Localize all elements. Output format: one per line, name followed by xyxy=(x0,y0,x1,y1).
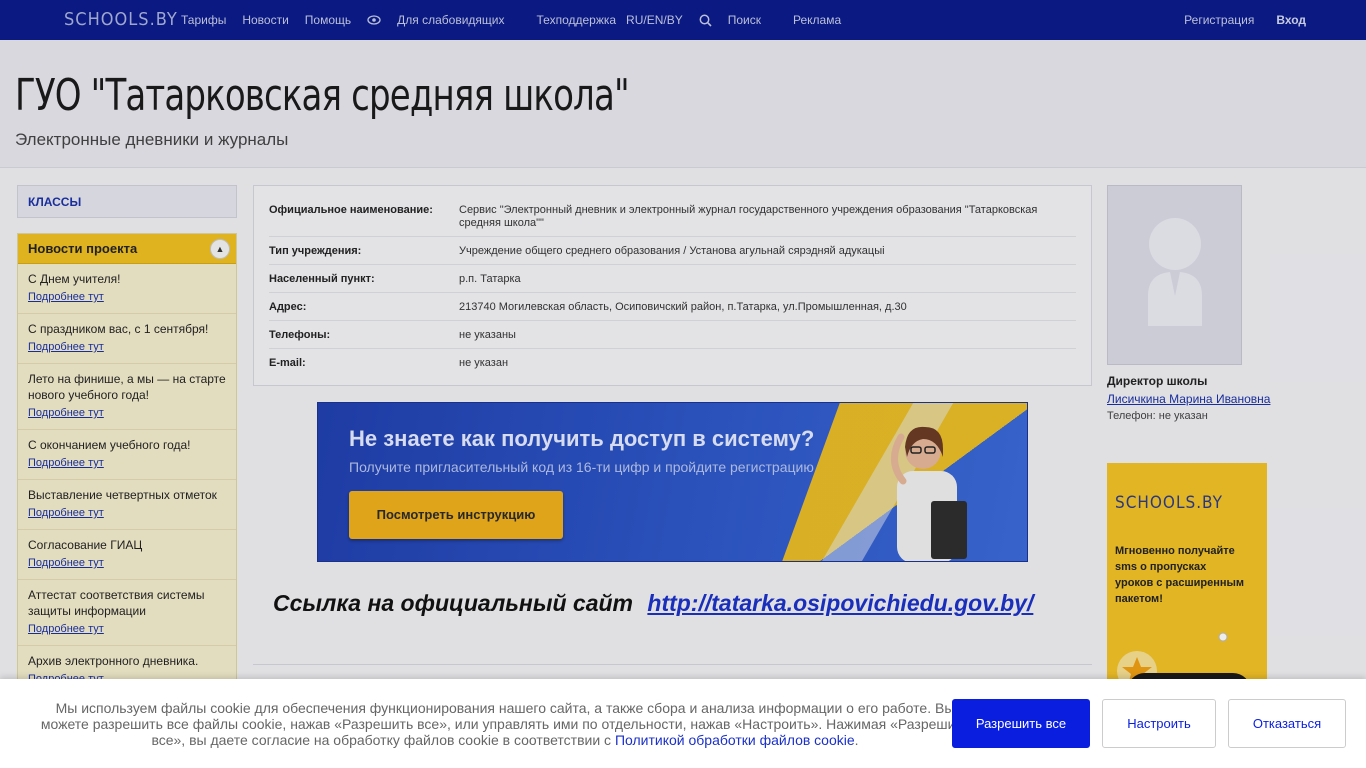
nav-ads[interactable]: Реклама xyxy=(793,13,841,27)
info-key: Тип учреждения: xyxy=(269,245,362,257)
project-news-panel: Новости проекта ▲ С Днем учителя! Подробн… xyxy=(17,233,237,693)
classes-link[interactable]: КЛАССЫ xyxy=(17,185,237,218)
info-key: Населенный пункт: xyxy=(269,273,375,285)
director-title: Директор школы xyxy=(1107,374,1208,388)
official-site-line: Ссылка на официальный сайт http://tatark… xyxy=(273,590,1033,617)
table-row: Официальное наименование: Сервис "Электро… xyxy=(269,196,1076,237)
nav-support[interactable]: Техподдержка xyxy=(537,13,617,27)
top-navbar: SCHOOLS.BY Тарифы Новости Помощь Для сла… xyxy=(0,0,1366,40)
ad-text: Мгновенно получайте sms о пропусках урок… xyxy=(1115,545,1245,605)
news-more-link[interactable]: Подробнее тут xyxy=(28,555,226,571)
official-site-link[interactable]: http://tatarka.osipovichiedu.gov.by/ xyxy=(647,590,1033,616)
info-value: Учреждение общего среднего образования /… xyxy=(459,245,885,257)
nav-news[interactable]: Новости xyxy=(242,13,288,27)
news-item-title: Согласование ГИАЦ xyxy=(28,538,143,552)
news-item: С Днем учителя! Подробнее тут xyxy=(18,264,236,314)
cookie-text-tail: . xyxy=(854,732,859,748)
table-row: Тип учреждения: Учреждение общего среднег… xyxy=(269,237,1076,265)
info-key: Адрес: xyxy=(269,301,307,313)
news-more-link[interactable]: Подробнее тут xyxy=(28,621,226,637)
nav-help[interactable]: Помощь xyxy=(305,13,351,27)
table-row: Телефоны: не указаны xyxy=(269,321,1076,349)
table-row: E-mail: не указан xyxy=(269,349,1076,376)
collapse-toggle-icon[interactable]: ▲ xyxy=(210,239,230,259)
news-item: Выставление четвертных отметок Подробнее … xyxy=(18,480,236,530)
login-link[interactable]: Вход xyxy=(1276,13,1306,27)
info-value: Сервис "Электронный дневник и электронны… xyxy=(459,204,1038,229)
view-instructions-button[interactable]: Посмотреть инструкцию xyxy=(349,491,563,539)
news-panel-header: Новости проекта ▲ xyxy=(18,234,236,264)
ad-dot-icon xyxy=(1218,632,1228,642)
info-value: не указан xyxy=(459,357,509,369)
table-row: Населенный пункт: р.п. Татарка xyxy=(269,265,1076,293)
info-key: E-mail: xyxy=(269,357,306,369)
nav-tariffs[interactable]: Тарифы xyxy=(181,13,226,27)
search-icon xyxy=(699,14,712,27)
sms-ad-banner[interactable]: SCHOOLS.BY Мгновенно получайте sms о про… xyxy=(1107,463,1267,703)
info-value: р.п. Татарка xyxy=(459,273,521,285)
nav-accessibility[interactable]: Для слабовидящих xyxy=(367,13,520,27)
decline-button[interactable]: Отказаться xyxy=(1228,699,1346,748)
news-item-title: С праздником вас, с 1 сентября! xyxy=(28,322,209,336)
allow-all-button[interactable]: Разрешить все xyxy=(952,699,1090,748)
school-info-table: Официальное наименование: Сервис "Электро… xyxy=(253,185,1092,386)
info-value: не указаны xyxy=(459,329,516,341)
news-item: С окончанием учебного года! Подробнее тут xyxy=(18,430,236,480)
cookie-consent-bar: Мы используем файлы cookie для обеспечен… xyxy=(0,679,1366,768)
nav-accessibility-label: Для слабовидящих xyxy=(397,13,505,27)
top-nav: Тарифы Новости Помощь Для слабовидящих Т… xyxy=(181,13,857,27)
news-item: С праздником вас, с 1 сентября! Подробнее… xyxy=(18,314,236,364)
news-more-link[interactable]: Подробнее тут xyxy=(28,505,226,521)
news-item: Лето на финише, а мы — на старте нового … xyxy=(18,364,236,430)
news-more-link[interactable]: Подробнее тут xyxy=(28,339,226,355)
nav-search[interactable]: Поиск xyxy=(699,13,777,27)
news-item-title: Аттестат соответствия системы защиты инф… xyxy=(28,588,205,618)
configure-button[interactable]: Настроить xyxy=(1102,699,1216,748)
table-row: Адрес: 213740 Могилевская область, Осипов… xyxy=(269,293,1076,321)
news-item-title: Архив электронного дневника. xyxy=(28,654,199,668)
news-item-title: Выставление четвертных отметок xyxy=(28,488,217,502)
banner-title: Не знаете как получить доступ в систему? xyxy=(349,426,815,451)
page-subtitle: Электронные дневники и журналы xyxy=(15,130,289,149)
cookie-message: Мы используем файлы cookie для обеспечен… xyxy=(40,700,970,748)
official-site-label: Ссылка на официальный сайт xyxy=(273,590,633,616)
cookie-policy-link[interactable]: Политикой обработки файлов cookie xyxy=(615,732,855,748)
news-item-title: С Днем учителя! xyxy=(28,272,121,286)
news-item-title: С окончанием учебного года! xyxy=(28,438,191,452)
director-phone: Телефон: не указан xyxy=(1107,410,1208,422)
news-item: Аттестат соответствия системы защиты инф… xyxy=(18,580,236,646)
site-logo[interactable]: SCHOOLS.BY xyxy=(64,9,178,30)
news-item: Согласование ГИАЦ Подробнее тут xyxy=(18,530,236,580)
news-more-link[interactable]: Подробнее тут xyxy=(28,455,226,471)
access-instructions-banner[interactable]: Не знаете как получить доступ в систему?… xyxy=(317,402,1028,562)
info-key: Официальное наименование: xyxy=(269,204,433,216)
info-key: Телефоны: xyxy=(269,329,331,341)
school-header: ГУО "Татарковская средняя школа" Электро… xyxy=(0,40,1366,168)
nav-search-label: Поиск xyxy=(727,13,761,27)
page-title: ГУО "Татарковская средняя школа" xyxy=(15,70,630,121)
news-item-title: Лето на финише, а мы — на старте нового … xyxy=(28,372,226,402)
eye-icon xyxy=(367,15,381,25)
register-link[interactable]: Регистрация xyxy=(1184,13,1254,27)
news-more-link[interactable]: Подробнее тут xyxy=(28,289,226,305)
info-value: 213740 Могилевская область, Осиповичский… xyxy=(459,301,907,313)
director-info: Директор школы Лисичкина Марина Ивановна… xyxy=(1107,374,1347,422)
banner-description: Получите пригласительный код из 16-ти ци… xyxy=(349,459,814,475)
director-avatar xyxy=(1107,185,1242,365)
director-name-link[interactable]: Лисичкина Марина Ивановна xyxy=(1107,392,1347,406)
news-panel-title: Новости проекта xyxy=(28,241,138,256)
woman-illustration-icon xyxy=(891,426,967,561)
divider xyxy=(253,664,1092,665)
user-placeholder-icon xyxy=(1148,218,1202,326)
news-more-link[interactable]: Подробнее тут xyxy=(28,405,226,421)
ad-logo: SCHOOLS.BY xyxy=(1115,493,1223,513)
language-switch[interactable]: RU/EN/BY xyxy=(626,13,683,27)
auth-links: Регистрация Вход xyxy=(1162,13,1306,27)
